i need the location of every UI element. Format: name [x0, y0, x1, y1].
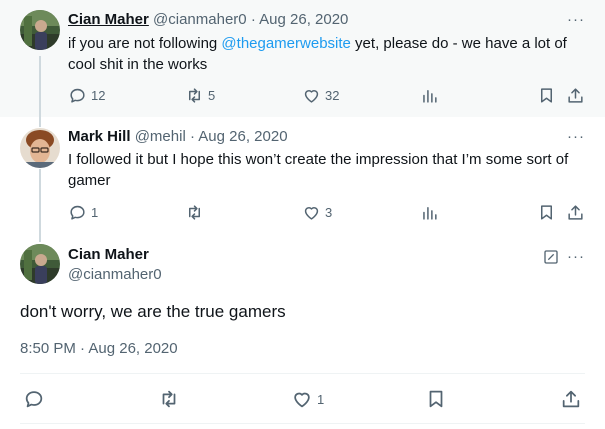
like-count: 1	[317, 391, 325, 407]
retweet-button[interactable]	[158, 387, 180, 411]
like-count: 32	[325, 87, 340, 103]
tweet-actions: 1	[20, 387, 590, 411]
retweet-icon	[188, 87, 201, 103]
reply-count: 1	[91, 204, 99, 220]
avatar[interactable]	[20, 244, 60, 284]
like-count: 3	[325, 204, 333, 220]
reply-button[interactable]: 12	[68, 84, 105, 106]
tweet-date[interactable]: Aug 26, 2020	[198, 128, 287, 145]
views-button[interactable]	[420, 201, 439, 223]
tweet-header: Mark Hill @mehil · Aug 26, 2020 ···	[68, 128, 585, 146]
like-button[interactable]: 1	[291, 387, 324, 411]
thread-line	[39, 169, 41, 232]
thread-line-top	[39, 117, 41, 127]
share-icon	[568, 87, 583, 103]
reply-icon	[70, 88, 85, 103]
bookmark-icon	[540, 87, 553, 103]
reply-icon	[25, 391, 43, 408]
more-icon[interactable]: ···	[567, 248, 585, 265]
retweet-icon	[188, 204, 201, 220]
bookmark-button[interactable]	[537, 84, 556, 106]
main-tweet: Cian Maher @cianmaher0 ··· don't worry, …	[0, 232, 605, 429]
share-icon	[562, 390, 580, 408]
avatar[interactable]	[20, 10, 60, 50]
bookmark-button[interactable]	[425, 387, 447, 411]
analytics-icon	[423, 206, 437, 220]
retweet-count: 5	[208, 87, 216, 103]
mention-link[interactable]: @thegamerwebsite	[221, 35, 350, 52]
author-name[interactable]: Cian Maher	[68, 246, 149, 263]
divider	[20, 423, 585, 424]
author-handle[interactable]: @cianmaher0	[68, 266, 162, 283]
tweet-actions: 1 3	[68, 201, 588, 223]
tweet-date[interactable]: Aug 26, 2020	[259, 11, 348, 28]
retweet-icon	[162, 390, 176, 408]
share-button[interactable]	[566, 84, 585, 106]
avatar[interactable]	[20, 128, 60, 168]
thread-line	[39, 56, 41, 117]
tweet-mark-hill[interactable]: Mark Hill @mehil · Aug 26, 2020 ··· I fo…	[0, 117, 605, 232]
author-name[interactable]: Cian Maher	[68, 11, 149, 28]
author-handle[interactable]: @mehil	[135, 128, 186, 145]
tweet-tools: ···	[543, 248, 585, 265]
edit-icon[interactable]	[543, 249, 559, 265]
heart-icon	[304, 89, 319, 103]
thread-line-top	[39, 232, 41, 242]
author-handle[interactable]: @cianmaher0	[153, 11, 247, 28]
tweet-timestamp[interactable]: 8:50 PM · Aug 26, 2020	[20, 340, 178, 357]
share-icon	[568, 204, 583, 220]
views-button[interactable]	[420, 84, 439, 106]
reply-button[interactable]: 1	[68, 201, 98, 223]
tweet-text: I followed it but I hope this won’t crea…	[68, 151, 569, 189]
bookmark-icon	[429, 390, 443, 408]
more-icon[interactable]: ···	[567, 11, 585, 29]
tweet-cian-maher-1[interactable]: Cian Maher @cianmaher0 · Aug 26, 2020 ··…	[0, 0, 605, 117]
reply-icon	[70, 205, 85, 220]
author-name[interactable]: Mark Hill	[68, 128, 131, 145]
retweet-button[interactable]: 5	[185, 84, 215, 106]
analytics-icon	[423, 89, 437, 103]
like-button[interactable]: 3	[302, 201, 332, 223]
tweet-actions: 12 5 32	[68, 84, 588, 106]
bookmark-icon	[540, 204, 553, 220]
share-button[interactable]	[560, 387, 582, 411]
retweet-button[interactable]	[185, 201, 204, 223]
bookmark-button[interactable]	[537, 201, 556, 223]
share-button[interactable]	[566, 201, 585, 223]
reply-button[interactable]	[23, 387, 45, 411]
heart-icon	[294, 392, 310, 408]
like-button[interactable]: 32	[302, 84, 339, 106]
tweet-text: if you are not following @thegamerwebsit…	[68, 33, 588, 75]
tweet-text: don't worry, we are the true gamers	[20, 302, 286, 321]
heart-icon	[304, 206, 319, 220]
reply-count: 12	[91, 87, 106, 103]
tweet-header: Cian Maher @cianmaher0 · Aug 26, 2020 ··…	[68, 11, 585, 29]
divider	[20, 373, 585, 374]
tweet-text-start: if you are not following	[68, 35, 222, 52]
separator: ·	[250, 11, 256, 28]
more-icon[interactable]: ···	[567, 128, 585, 146]
separator: ·	[189, 128, 195, 145]
